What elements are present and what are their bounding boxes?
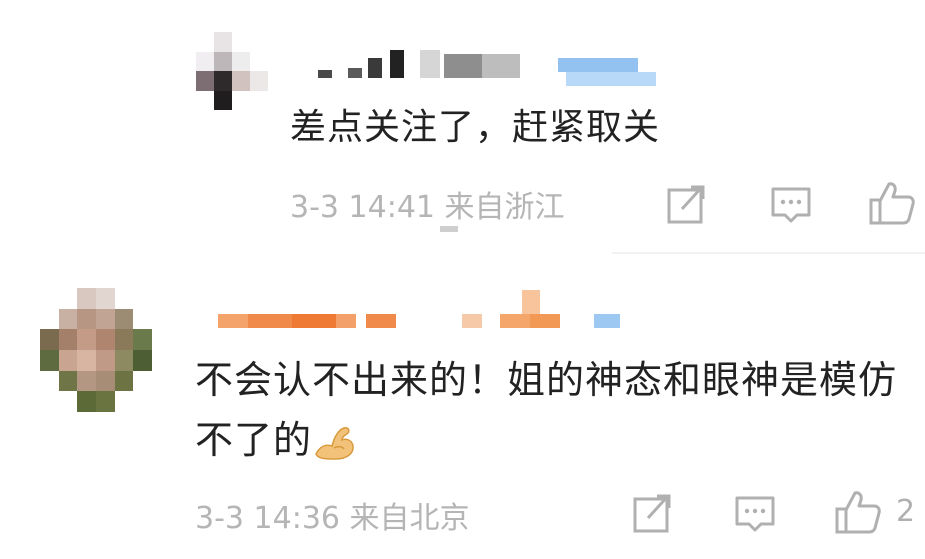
comment-text-body: 不会认不出来的！姐的神态和眼神是模仿不了的	[195, 358, 898, 462]
text-cursor	[440, 226, 458, 232]
share-edit-icon	[633, 494, 671, 533]
comment-bubble-icon	[771, 187, 811, 223]
username-blurred[interactable]	[218, 288, 638, 334]
flexed-biceps-icon	[315, 426, 354, 460]
repost-button[interactable]	[666, 183, 708, 225]
comment-text: 差点关注了，赶紧取关	[290, 107, 661, 148]
comment-bubble-icon	[735, 496, 775, 532]
like-button[interactable]	[868, 180, 916, 226]
divider	[612, 252, 925, 254]
avatar[interactable]	[40, 288, 153, 413]
username-blurred[interactable]	[318, 50, 668, 86]
comment-list: 差点关注了，赶紧取关 3-3 14:41 来自浙江 不会认不出来的！姐的神态和眼…	[0, 0, 925, 559]
comment-meta: 3-3 14:36 来自北京	[195, 493, 470, 537]
thumbs-up-icon	[869, 182, 915, 225]
comment-time-location: 3-3 14:41 来自浙江	[290, 190, 565, 225]
like-button[interactable]	[834, 489, 882, 535]
share-edit-icon	[667, 185, 705, 224]
like-count: 2	[896, 494, 916, 529]
comment-text: 不会认不出来的！姐的神态和眼神是模仿不了的	[195, 350, 915, 470]
comment-time-location: 3-3 14:36 来自北京	[195, 501, 470, 536]
comment-meta: 3-3 14:41 来自浙江	[290, 182, 565, 232]
reply-button[interactable]	[734, 492, 776, 534]
reply-button[interactable]	[770, 183, 812, 225]
repost-button[interactable]	[632, 492, 674, 534]
thumbs-up-icon	[835, 491, 881, 534]
avatar[interactable]	[196, 32, 268, 110]
